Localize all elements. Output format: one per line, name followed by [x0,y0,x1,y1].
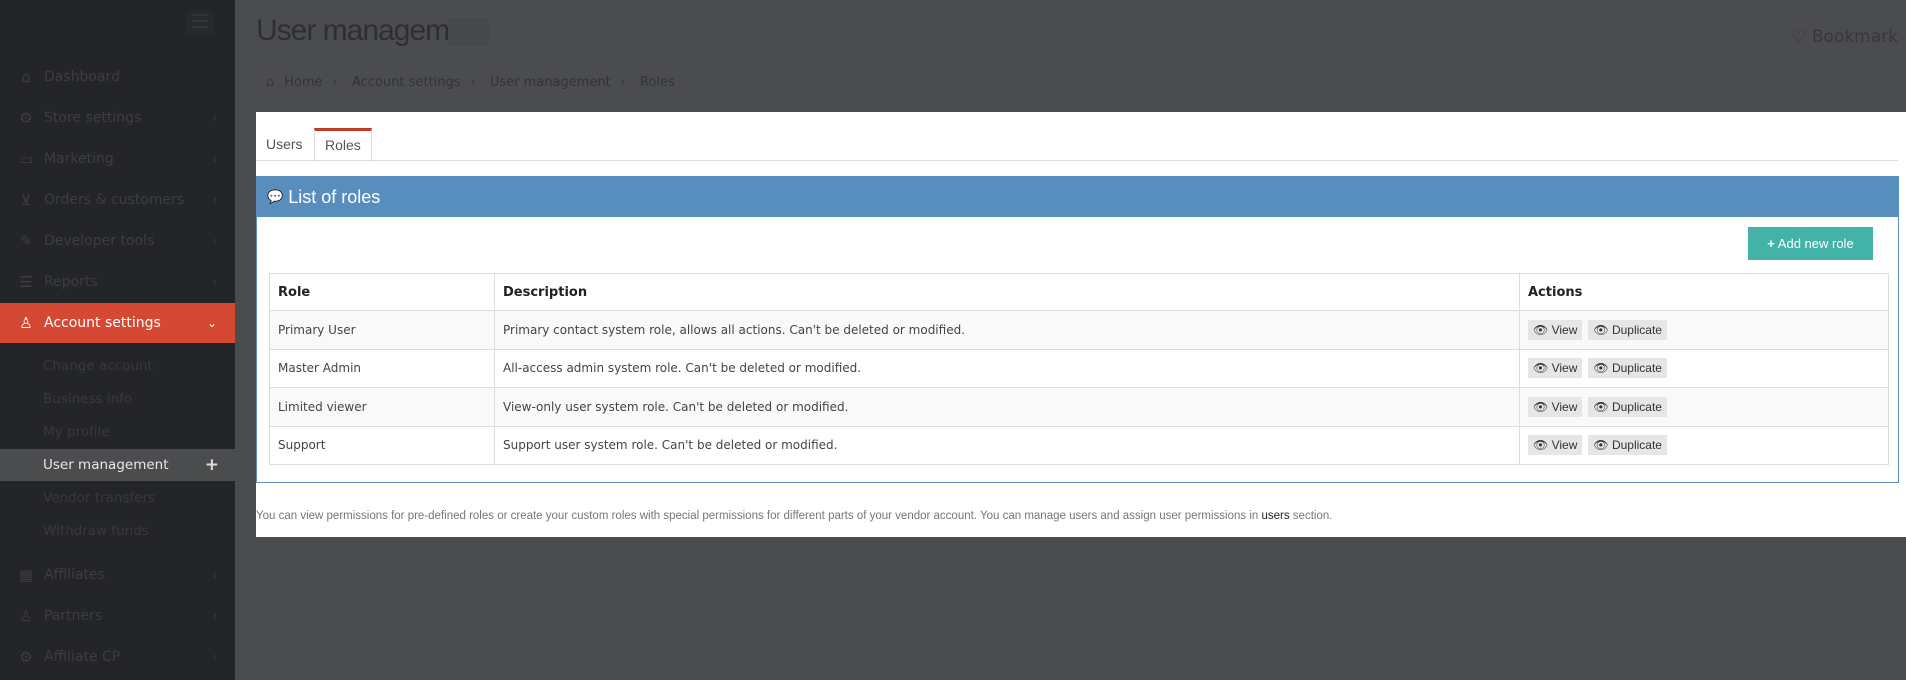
sidebar-subitem-withdraw-funds[interactable]: Withdraw funds [0,515,235,547]
page-title: User managem [256,14,490,48]
eye-icon: 👁 [1533,438,1549,453]
role-cell: Limited viewer [269,387,495,427]
table-row: Limited viewer View-only user system rol… [269,387,1889,427]
eye-icon: 👁 [1533,361,1549,376]
chevron-left-icon: ‹ [212,275,217,289]
sidebar-item-affiliate-cp[interactable]: ⚙ Affiliate CP ‹ [0,637,235,677]
breadcrumb-account-settings[interactable]: Account settings [352,75,460,90]
view-button[interactable]: 👁 View [1528,435,1583,456]
blurred-text [449,18,490,47]
add-new-role-button[interactable]: + Add new role [1748,227,1873,260]
actions-cell: 👁 View 👁 Duplicate [1519,348,1889,388]
description-cell: All-access admin system role. Can't be d… [494,348,1520,388]
sidebar-item-marketing[interactable]: ▭ Marketing ‹ [0,139,235,179]
chevron-left-icon: ‹ [212,234,217,248]
breadcrumb-user-management[interactable]: User management [490,75,611,90]
table-row: Support Support user system role. Can't … [269,425,1889,465]
chevron-left-icon: ‹ [212,650,217,664]
description-cell: Support user system role. Can't be delet… [494,425,1520,465]
eye-icon: 👁 [1533,322,1549,337]
gear-icon: ⚙ [19,109,33,127]
duplicate-button[interactable]: 👁 Duplicate [1588,358,1667,379]
wrench-icon: ✎ [19,232,33,250]
tabs: Users Roles [256,128,1898,162]
home-icon: ⌂ [266,75,275,90]
sidebar-item-developer-tools[interactable]: ✎ Developer tools ‹ [0,221,235,261]
roles-box: 💬 List of roles + Add new role Role Descr… [256,176,1899,483]
role-cell: Master Admin [269,348,495,388]
eye-icon: 👁 [1593,438,1609,453]
users-section-link[interactable]: users [1261,510,1289,522]
plus-icon[interactable]: + [205,455,219,475]
menu-toggle-icon[interactable] [186,10,214,34]
help-text: You can view permissions for pre-defined… [256,510,1333,522]
home-icon: ⌂ [21,68,31,86]
sidebar-item-orders[interactable]: ⊻ Orders & customers ‹ [0,180,235,220]
chevron-left-icon: ‹ [212,152,217,166]
tab-roles[interactable]: Roles [314,128,372,162]
column-header-actions: Actions [1519,273,1889,311]
sidebar-subitem-my-profile[interactable]: My profile [0,416,235,448]
sidebar: ⌂ Dashboard ⚙ Store settings ‹ ▭ Marketing ‹ … [0,0,235,680]
view-button[interactable]: 👁 View [1528,396,1583,417]
cart-icon: ⊻ [20,191,32,209]
chevron-left-icon: ‹ [212,609,217,623]
eye-icon: 👁 [1593,322,1609,337]
description-cell: View-only user system role. Can't be del… [494,387,1520,427]
chevron-left-icon: ‹ [212,193,217,207]
sidebar-subitem-business-info[interactable]: Business info [0,383,235,415]
content-panel: Users Roles 💬 List of roles + Add new rol… [256,112,1906,537]
actions-cell: 👁 View 👁 Duplicate [1519,387,1889,427]
sidebar-subitem-change-account[interactable]: Change account [0,350,235,382]
gear-icon: ⚙ [19,648,33,666]
chevron-down-icon: ⌄ [206,316,217,330]
eye-icon: 👁 [1593,399,1609,414]
table-row: Primary User Primary contact system role… [269,310,1889,350]
actions-cell: 👁 View 👁 Duplicate [1519,425,1889,465]
eye-icon: 👁 [1533,399,1549,414]
sidebar-item-dashboard[interactable]: ⌂ Dashboard [0,57,235,97]
grid-icon: ▦ [18,566,34,584]
sidebar-item-reports[interactable]: ☰ Reports ‹ [0,262,235,302]
box-header: 💬 List of roles [257,177,1898,217]
comments-icon: 💬 [267,189,284,204]
table-row: Master Admin All-access admin system rol… [269,348,1889,388]
view-button[interactable]: 👁 View [1528,319,1583,340]
duplicate-button[interactable]: 👁 Duplicate [1588,319,1667,340]
breadcrumb-home[interactable]: Home [284,75,322,90]
tab-users[interactable]: Users [256,128,313,161]
sidebar-item-account-settings[interactable]: ♙ Account settings ⌄ [0,303,235,343]
roles-table: Role Description Actions Primary User Pr… [269,273,1889,465]
role-cell: Support [269,425,495,465]
card-icon: ▭ [18,150,34,168]
eye-icon: 👁 [1593,361,1609,376]
chevron-left-icon: ‹ [212,568,217,582]
sidebar-subitem-vendor-transfers[interactable]: Vendor transfers [0,482,235,514]
sidebar-item-partners[interactable]: ♙ Partners ‹ [0,596,235,636]
duplicate-button[interactable]: 👁 Duplicate [1588,396,1667,417]
sidebar-item-affiliates[interactable]: ▦ Affiliates ‹ [0,555,235,595]
description-cell: Primary contact system role, allows all … [494,310,1520,350]
duplicate-button[interactable]: 👁 Duplicate [1588,435,1667,456]
column-header-role: Role [269,273,495,311]
column-header-description: Description [494,273,1520,311]
breadcrumb-roles: Roles [640,75,675,90]
actions-cell: 👁 View 👁 Duplicate [1519,310,1889,350]
chevron-left-icon: ‹ [212,111,217,125]
sidebar-item-store-settings[interactable]: ⚙ Store settings ‹ [0,98,235,138]
people-icon: ♙ [19,607,33,625]
view-button[interactable]: 👁 View [1528,358,1583,379]
user-icon: ♙ [19,314,33,332]
role-cell: Primary User [269,310,495,350]
heart-icon: ♡ [1791,27,1807,47]
plus-icon: + [1767,236,1775,251]
list-icon: ☰ [19,273,33,291]
breadcrumb: ⌂ Home › Account settings › User management… [266,75,675,90]
sidebar-subitem-user-management[interactable]: User management + [0,449,235,481]
bookmark-button[interactable]: ♡ Bookmark [1791,27,1898,47]
